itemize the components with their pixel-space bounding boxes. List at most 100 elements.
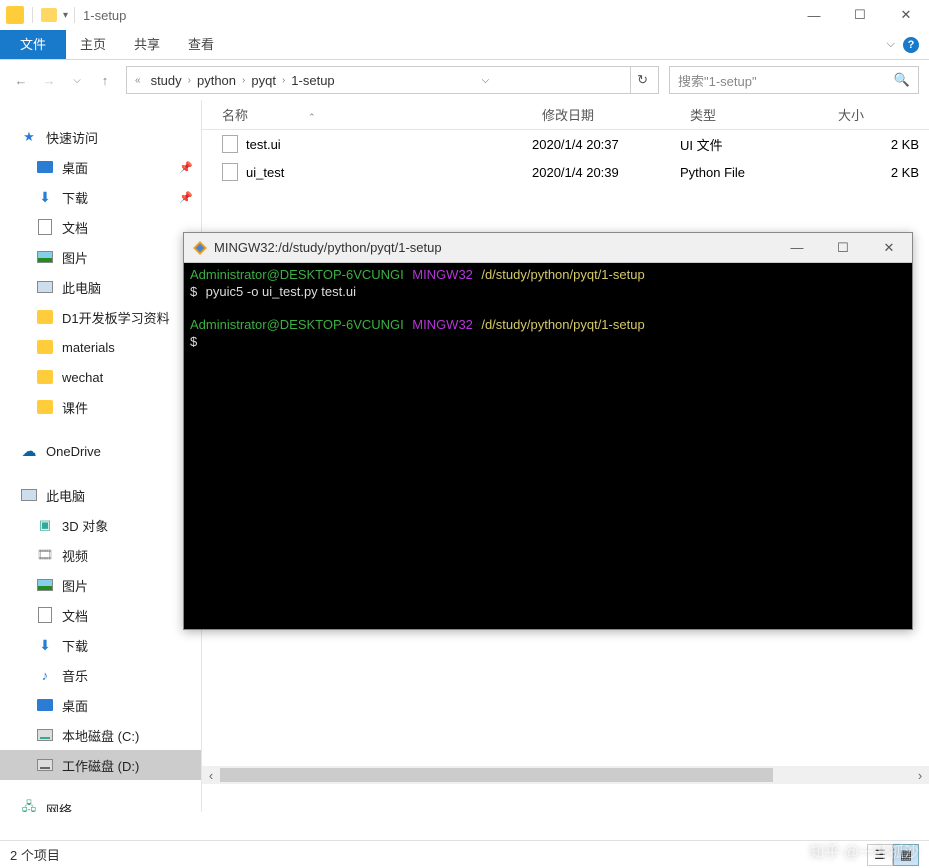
terminal-path: /d/study/python/pyqt/1-setup (481, 267, 644, 282)
qat-open-icon[interactable] (41, 8, 57, 22)
tab-file[interactable]: 文件 (0, 30, 66, 59)
tab-share[interactable]: 共享 (120, 30, 174, 59)
search-box[interactable]: 搜索"1-setup" 🔍 (669, 66, 919, 94)
terminal-minimize-button[interactable]: — (774, 233, 820, 262)
col-size[interactable]: 大小 (828, 105, 929, 124)
sidebar-item-download2[interactable]: ⬇下载 (0, 630, 201, 660)
sidebar-item-drive-d[interactable]: 工作磁盘 (D:) (0, 750, 201, 780)
close-button[interactable]: ✕ (883, 0, 929, 30)
sidebar-item-drive-c[interactable]: 本地磁盘 (C:) (0, 720, 201, 750)
sidebar-item-pictures[interactable]: 图片 (0, 242, 201, 272)
forward-button[interactable]: → (38, 69, 60, 91)
col-date[interactable]: 修改日期 (532, 105, 680, 124)
file-icon (222, 135, 238, 153)
sidebar-item-3d[interactable]: ▣3D 对象 (0, 510, 201, 540)
quick-access-label: 快速访问 (46, 128, 98, 147)
sidebar-item-documents[interactable]: 文档 (0, 212, 201, 242)
back-button[interactable]: ← (10, 69, 32, 91)
terminal-prompt: $ (190, 284, 197, 299)
sidebar-item-video[interactable]: 🎞视频 (0, 540, 201, 570)
sidebar-item-materials[interactable]: materials (0, 332, 201, 362)
ribbon-collapse-icon[interactable]: ⌵ (887, 38, 895, 51)
sidebar-item-desktop[interactable]: 桌面📌 (0, 152, 201, 182)
address-bar[interactable]: « study› python› pyqt› 1-setup ⌵ ↻ (126, 66, 659, 94)
address-dropdown-icon[interactable]: ⌵ (476, 75, 496, 86)
sidebar-item-wechat[interactable]: wechat (0, 362, 201, 392)
sidebar-item-pictures2[interactable]: 图片 (0, 570, 201, 600)
breadcrumb-1-setup[interactable]: 1-setup (285, 73, 340, 88)
refresh-button[interactable]: ↻ (630, 67, 654, 93)
sidebar-onedrive[interactable]: ☁OneDrive (0, 436, 201, 466)
sidebar-quick-access[interactable]: ★ 快速访问 (0, 122, 201, 152)
file-date: 2020/1/4 20:37 (532, 137, 680, 152)
file-row[interactable]: test.ui 2020/1/4 20:37 UI 文件 2 KB (202, 130, 929, 158)
file-row[interactable]: ui_test 2020/1/4 20:39 Python File 2 KB (202, 158, 929, 186)
qat-sep2 (74, 7, 75, 23)
navigation-row: ← → ⌵ ↑ « study› python› pyqt› 1-setup ⌵… (0, 60, 929, 100)
breadcrumb-python[interactable]: python (191, 73, 242, 88)
file-size: 2 KB (828, 165, 929, 180)
sidebar-item-music[interactable]: ♪音乐 (0, 660, 201, 690)
app-icon[interactable] (6, 6, 24, 24)
sort-indicator-icon: ⌃ (308, 112, 316, 122)
star-icon: ★ (20, 128, 38, 146)
sidebar-thispc[interactable]: 此电脑 (0, 480, 201, 510)
download-icon: ⬇ (36, 188, 54, 206)
terminal-title: MINGW32:/d/study/python/pyqt/1-setup (214, 240, 442, 255)
sidebar-item-kejian[interactable]: 课件 (0, 392, 201, 422)
video-icon: 🎞 (36, 546, 54, 564)
scroll-track[interactable] (220, 766, 911, 784)
breadcrumb-pyqt[interactable]: pyqt (245, 73, 282, 88)
col-name[interactable]: 名称⌃ (202, 105, 532, 124)
pc-icon (37, 281, 53, 293)
tab-view[interactable]: 查看 (174, 30, 228, 59)
pic-icon (37, 251, 53, 263)
scroll-left-button[interactable]: ‹ (202, 766, 220, 784)
folder-icon (37, 340, 53, 354)
recent-locations-dropdown[interactable]: ⌵ (66, 69, 88, 91)
help-icon[interactable]: ? (903, 37, 919, 53)
file-name: ui_test (246, 165, 284, 180)
tab-home[interactable]: 主页 (66, 30, 120, 59)
sidebar-item-documents2[interactable]: 文档 (0, 600, 201, 630)
folder-icon (37, 310, 53, 324)
onedrive-icon: ☁ (20, 442, 38, 460)
file-name: test.ui (246, 137, 281, 152)
terminal-body[interactable]: Administrator@DESKTOP-6VCUNGI MINGW32 /d… (184, 263, 912, 355)
breadcrumb-root-icon[interactable]: « (135, 75, 141, 86)
drive-icon (37, 759, 53, 771)
search-icon[interactable]: 🔍 (894, 72, 910, 88)
sidebar-item-thispc-q[interactable]: 此电脑 (0, 272, 201, 302)
ribbon: 文件 主页 共享 查看 ⌵ ? (0, 30, 929, 60)
breadcrumb-study[interactable]: study (145, 73, 188, 88)
network-icon: 🖧 (20, 800, 38, 812)
status-bar: 2 个项目 ☰ ▦ (0, 840, 929, 868)
details-view-button[interactable]: ☰ (867, 844, 893, 866)
sidebar-item-download[interactable]: ⬇下载📌 (0, 182, 201, 212)
minimize-button[interactable]: — (791, 0, 837, 30)
sidebar-item-d1[interactable]: D1开发板学习资料 (0, 302, 201, 332)
terminal-host: MINGW32 (412, 317, 473, 332)
folder-icon (37, 400, 53, 414)
doc-icon (38, 219, 52, 235)
terminal-maximize-button[interactable]: ☐ (820, 233, 866, 262)
terminal-window: MINGW32:/d/study/python/pyqt/1-setup — ☐… (183, 232, 913, 630)
maximize-button[interactable]: ☐ (837, 0, 883, 30)
terminal-close-button[interactable]: ✕ (866, 233, 912, 262)
scroll-thumb[interactable] (220, 768, 773, 782)
terminal-titlebar[interactable]: MINGW32:/d/study/python/pyqt/1-setup — ☐… (184, 233, 912, 263)
file-type: UI 文件 (680, 135, 828, 154)
icons-view-button[interactable]: ▦ (893, 844, 919, 866)
up-button[interactable]: ↑ (94, 69, 116, 91)
horizontal-scrollbar[interactable]: ‹ › (202, 766, 929, 784)
terminal-path: /d/study/python/pyqt/1-setup (481, 317, 644, 332)
file-size: 2 KB (828, 137, 929, 152)
folder-icon (37, 370, 53, 384)
quick-access-toolbar: ▾ (6, 6, 75, 24)
sidebar-item-desktop2[interactable]: 桌面 (0, 690, 201, 720)
col-type[interactable]: 类型 (680, 105, 828, 124)
file-list-header: 名称⌃ 修改日期 类型 大小 (202, 100, 929, 130)
qat-dropdown-icon[interactable]: ▾ (63, 10, 68, 21)
scroll-right-button[interactable]: › (911, 766, 929, 784)
sidebar-network[interactable]: 🖧网络 (0, 794, 201, 812)
